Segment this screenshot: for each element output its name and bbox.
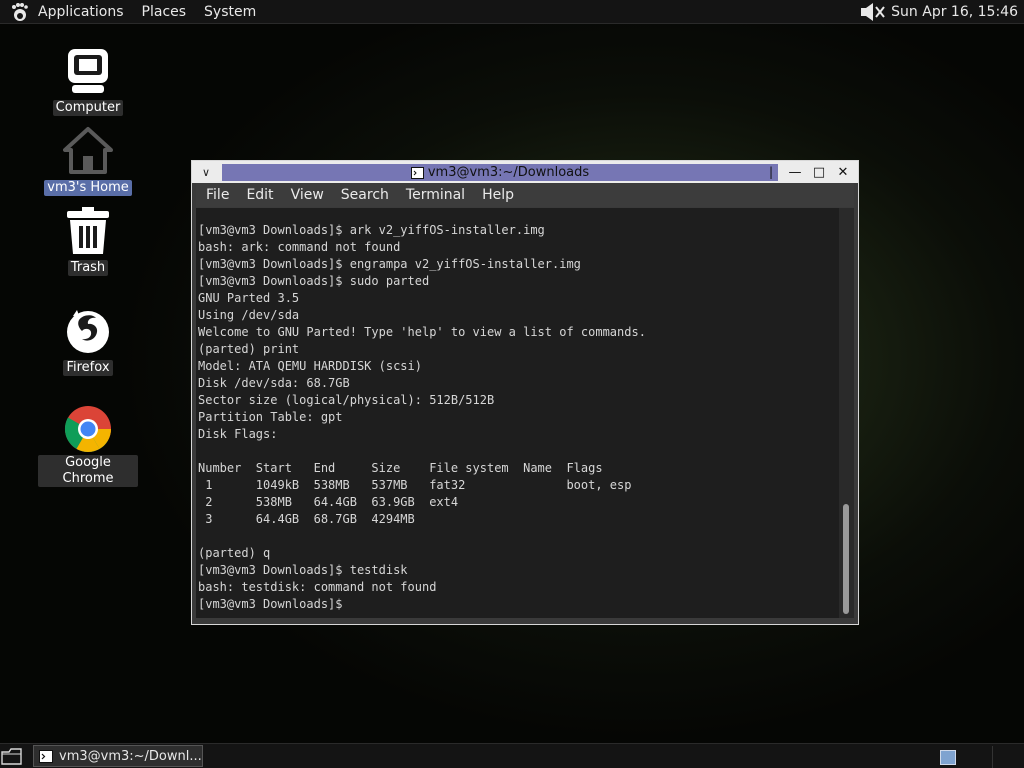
desktop-icon-computer[interactable]: Computer [38, 46, 138, 116]
terminal-line: 3 64.4GB 68.7GB 4294MB [198, 512, 415, 526]
firefox-icon [67, 310, 109, 353]
terminal-line: GNU Parted 3.5 [198, 291, 300, 305]
terminal-line: [vm3@vm3 Downloads]$ ark v2_yiffOS-insta… [198, 223, 545, 237]
terminal-line: (parted) q [198, 546, 271, 560]
window-menu-button[interactable]: ∨ [192, 166, 220, 179]
terminal-line: Partition Table: gpt [198, 410, 343, 424]
chrome-icon [64, 406, 111, 453]
desktop-icon-label: Computer [52, 100, 124, 116]
notification-area: Sun Apr 16, 15:46 [859, 1, 1024, 23]
taskbar-terminal-button[interactable]: vm3@vm3:~/Downl... [33, 745, 203, 767]
window-shade-icon[interactable]: | [762, 163, 780, 181]
trash-icon [67, 207, 109, 254]
show-desktop-icon[interactable] [1, 746, 23, 766]
applications-menu[interactable]: Applications [35, 4, 133, 20]
menu-file[interactable]: File [196, 187, 236, 203]
taskbar-terminal-label: vm3@vm3:~/Downl... [59, 748, 202, 764]
terminal-line: bash: ark: command not found [198, 240, 401, 254]
home-folder-icon [63, 127, 113, 174]
terminal-line: Model: ATA QEMU HARDDISK (scsi) [198, 359, 422, 373]
scrollbar-thumb[interactable] [843, 504, 849, 614]
desktop-icon-label: Firefox [63, 360, 113, 376]
terminal-line: Using /dev/sda [198, 308, 300, 322]
menu-terminal[interactable]: Terminal [396, 187, 472, 203]
terminal-line: Welcome to GNU Parted! Type 'help' to vi… [198, 325, 646, 339]
desktop-icon-firefox[interactable]: Firefox [38, 306, 138, 376]
workspace-switcher-empty[interactable] [992, 746, 1024, 768]
terminal-icon [39, 749, 53, 763]
menu-edit[interactable]: Edit [236, 187, 280, 203]
terminal-line: Disk Flags: [198, 427, 278, 441]
terminal-line: [vm3@vm3 Downloads]$ sudo parted [198, 274, 430, 288]
desktop-icon-chrome[interactable]: Google Chrome [38, 404, 138, 487]
terminal-line: Sector size (logical/physical): 512B/512… [198, 393, 495, 407]
window-titlebar[interactable]: ∨ vm3@vm3:~/Downloads | — □ ✕ [192, 161, 858, 183]
desktop-icon-trash[interactable]: Trash [38, 206, 138, 276]
menu-search[interactable]: Search [331, 187, 396, 203]
clock[interactable]: Sun Apr 16, 15:46 [891, 4, 1018, 20]
menu-view[interactable]: View [281, 187, 331, 203]
terminal-line: [vm3@vm3 Downloads]$ engrampa v2_yiffOS-… [198, 257, 581, 271]
system-menu[interactable]: System [195, 4, 265, 20]
window-title-area[interactable]: vm3@vm3:~/Downloads [222, 164, 778, 181]
terminal-line: 2 538MB 64.4GB 63.9GB ext4 [198, 495, 459, 509]
terminal-icon [410, 166, 424, 179]
terminal-window: ∨ vm3@vm3:~/Downloads | — □ ✕ File Edit … [191, 160, 859, 625]
desktop-icon-label: Google Chrome [38, 455, 138, 487]
maximize-icon[interactable]: □ [810, 163, 828, 181]
computer-icon [68, 49, 108, 93]
volume-muted-icon[interactable] [859, 1, 887, 23]
window-controls: | — □ ✕ [762, 163, 852, 181]
terminal-line: [vm3@vm3 Downloads]$ testdisk [198, 563, 408, 577]
desktop-icon-home[interactable]: vm3's Home [38, 126, 138, 196]
terminal-output[interactable]: [vm3@vm3 Downloads]$ ark v2_yiffOS-insta… [196, 208, 839, 618]
terminal-line: Number Start End Size File system Name F… [198, 461, 603, 475]
terminal-menubar: File Edit View Search Terminal Help [196, 183, 854, 207]
terminal-line: [vm3@vm3 Downloads]$ [198, 597, 343, 611]
desktop-icon-label: vm3's Home [44, 180, 132, 196]
terminal-line: (parted) print [198, 342, 300, 356]
minimize-icon[interactable]: — [786, 163, 804, 181]
gnome-foot-icon[interactable] [9, 2, 29, 22]
places-menu[interactable]: Places [133, 4, 196, 20]
terminal-scrollbar[interactable] [839, 208, 854, 618]
desktop-icon-label: Trash [67, 260, 109, 276]
window-title: vm3@vm3:~/Downloads [427, 165, 590, 180]
bottom-panel: vm3@vm3:~/Downl... [0, 743, 1024, 768]
menu-help[interactable]: Help [472, 187, 521, 203]
terminal-line: 1 1049kB 538MB 537MB fat32 boot, esp [198, 478, 632, 492]
close-icon[interactable]: ✕ [834, 163, 852, 181]
terminal-line: bash: testdisk: command not found [198, 580, 437, 594]
workspace-switcher-active[interactable] [940, 750, 956, 765]
top-panel: Applications Places System Sun Apr 16, 1… [0, 0, 1024, 24]
terminal-line: Disk /dev/sda: 68.7GB [198, 376, 350, 390]
